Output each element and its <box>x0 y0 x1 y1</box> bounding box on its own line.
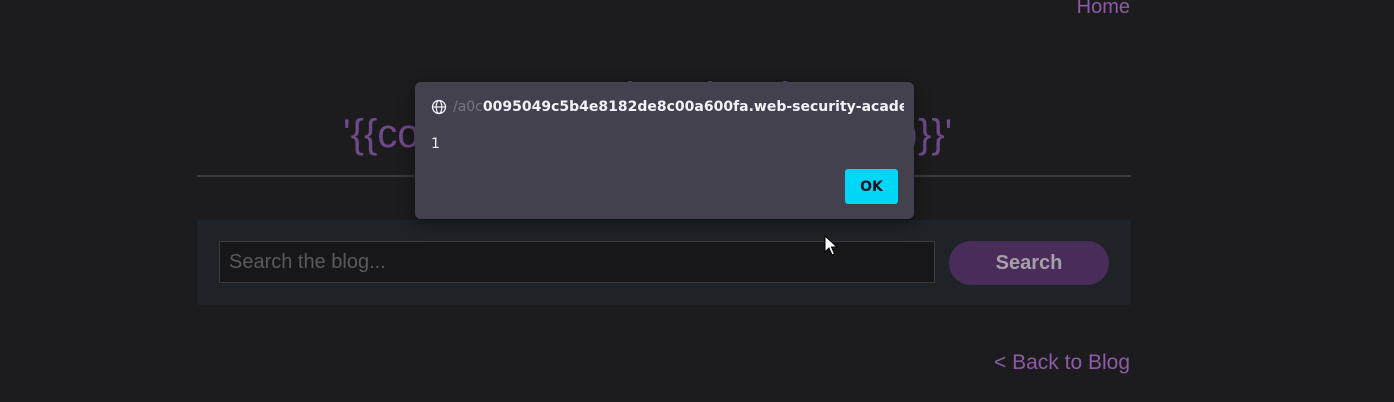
ok-button[interactable]: OK <box>845 169 898 204</box>
home-link[interactable]: Home <box>1077 0 1130 19</box>
dialog-message: 1 <box>431 136 440 152</box>
search-button[interactable]: Search <box>949 241 1109 285</box>
search-panel: Search <box>197 220 1131 305</box>
dialog-origin: 0095049c5b4e8182de8c00a600fa.web-securit… <box>482 99 904 115</box>
globe-icon <box>431 99 447 115</box>
dialog-header: /a0c 0095049c5b4e8182de8c00a600fa.web-se… <box>431 98 904 116</box>
alert-dialog: /a0c 0095049c5b4e8182de8c00a600fa.web-se… <box>415 82 914 219</box>
page: Home '{{co )()}}' Search < Back to Blog … <box>0 0 1394 402</box>
back-to-blog-link[interactable]: < Back to Blog <box>994 351 1130 375</box>
mouse-pointer-icon <box>824 235 838 256</box>
title-left: '{{co <box>343 112 420 156</box>
dialog-origin-prefix: /a0c <box>453 99 483 115</box>
